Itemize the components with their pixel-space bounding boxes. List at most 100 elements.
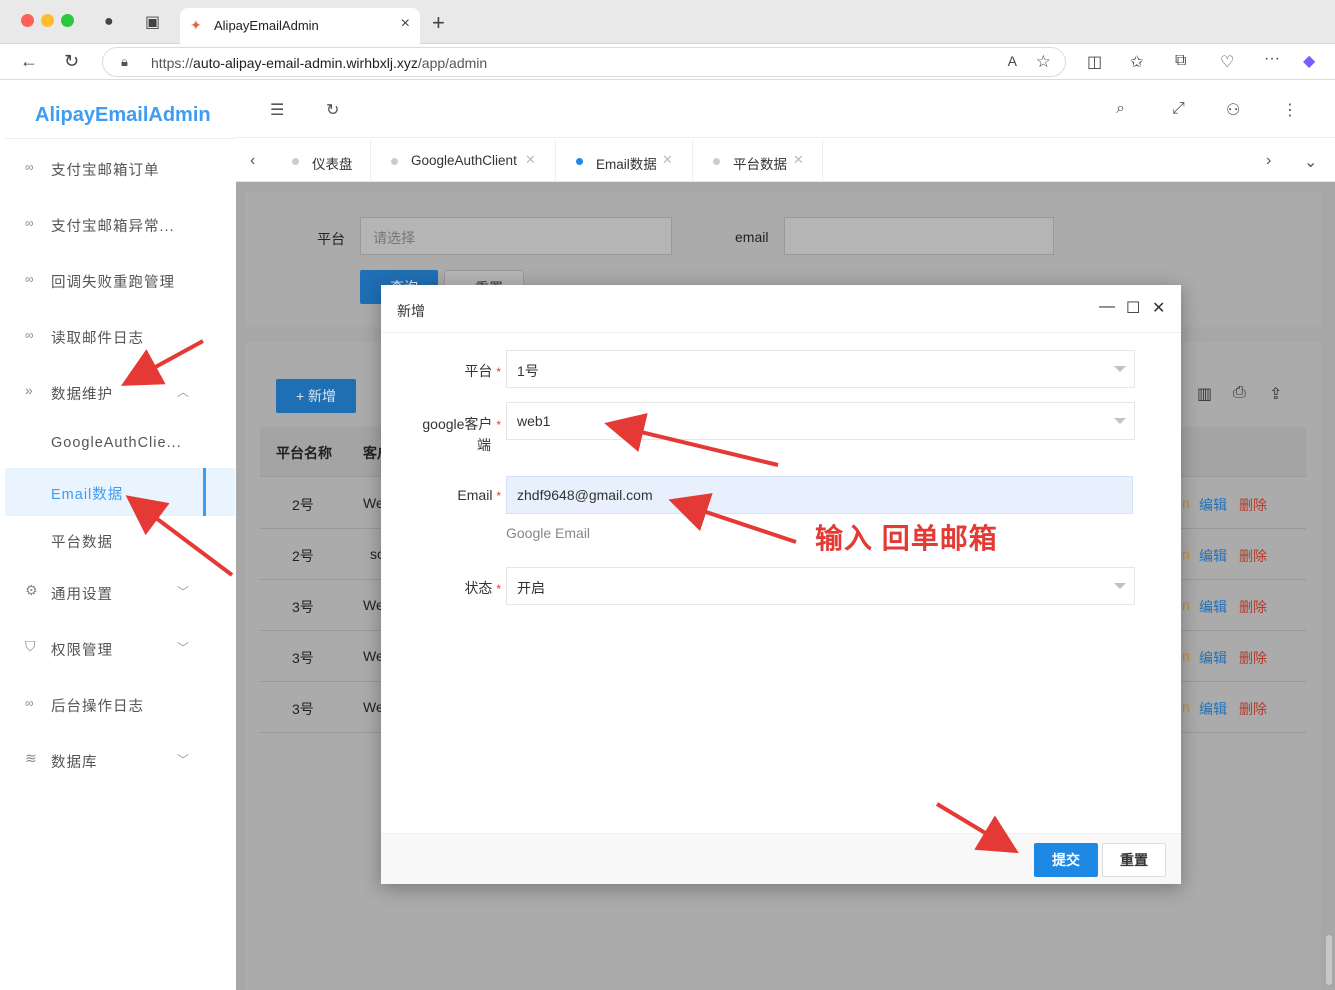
edit-button[interactable]: 编辑 — [1199, 597, 1227, 617]
delete-button[interactable]: 删除 — [1239, 495, 1267, 515]
profile-icon[interactable]: ● — [104, 13, 114, 31]
sidebar-item-googleauthclient[interactable]: GoogleAuthClie... — [5, 424, 235, 464]
search-icon[interactable]: ⌕ — [1116, 100, 1125, 118]
export-icon[interactable]: ⇪ — [1269, 384, 1282, 404]
link-icon: ∞ — [25, 272, 34, 286]
sidebar-item-data-maintenance[interactable]: » 数据维护 ︿ — [5, 372, 235, 412]
collections-icon[interactable]: ⧉ — [1175, 52, 1186, 70]
url-text: https://auto-alipay-email-admin.wirhbxlj… — [151, 55, 488, 71]
reset-button[interactable]: 重置 — [1102, 843, 1166, 877]
sidebar-item-alipay-exceptions[interactable]: ∞ 支付宝邮箱异常... — [5, 204, 235, 244]
chevron-up-icon: ︿ — [177, 385, 190, 399]
close-icon[interactable]: ✕ — [1152, 298, 1165, 318]
tab-dot — [576, 158, 583, 165]
gear-icon: ⚙ — [25, 582, 38, 598]
sidebar-item-platform-data[interactable]: 平台数据 — [5, 520, 235, 560]
tab-dashboard[interactable]: 仪表盘 — [272, 140, 371, 182]
edit-button[interactable]: 编辑 — [1199, 495, 1227, 515]
google-client-select[interactable]: web1 — [506, 402, 1135, 440]
maximize-window-button[interactable] — [61, 14, 74, 27]
edit-button[interactable]: 编辑 — [1199, 648, 1227, 668]
chevron-down-icon: ﹀ — [177, 585, 190, 599]
delete-button[interactable]: 删除 — [1239, 648, 1267, 668]
close-tab-icon[interactable]: ✕ — [525, 152, 536, 168]
chevron-down-icon: ﹀ — [177, 641, 190, 655]
tab-actions-icon[interactable]: ▣ — [145, 12, 160, 32]
status-select[interactable]: 开启 — [506, 567, 1135, 605]
sidebar-item-general-settings[interactable]: ⚙ 通用设置 ﹀ — [5, 572, 235, 612]
tab-email-data[interactable]: Email数据 ✕ — [556, 140, 693, 182]
url-input[interactable]: 🔒︎ https://auto-alipay-email-admin.wirhb… — [102, 47, 1066, 77]
sidebar-item-alipay-orders[interactable]: ∞ 支付宝邮箱订单 — [5, 148, 235, 188]
favorites-icon[interactable]: ✩ — [1130, 52, 1143, 72]
favorite-star-icon[interactable]: ☆ — [1036, 52, 1051, 72]
app-header: ☰ ↻ ⌕ ⤢ ⚇ ⋮ — [236, 82, 1335, 138]
email-hint: Google Email — [506, 525, 591, 541]
edit-button[interactable]: 编辑 — [1199, 546, 1227, 566]
back-arrow-icon[interactable]: ← — [20, 51, 38, 72]
link-icon: ∞ — [25, 216, 34, 230]
tab-googleauthclient[interactable]: GoogleAuthClient ✕ — [371, 140, 556, 182]
sidebar-item-permissions[interactable]: ⛉ 权限管理 ﹀ — [5, 628, 235, 668]
close-tab-icon[interactable]: ✕ — [662, 152, 673, 168]
minimize-window-button[interactable] — [41, 14, 54, 27]
app-logo: AlipayEmailAdmin — [35, 104, 211, 126]
user-icon[interactable]: ⚇ — [1226, 100, 1240, 120]
more-menu-icon[interactable]: ··· — [1264, 50, 1280, 68]
dropdown-caret-icon — [1114, 583, 1126, 589]
close-tab-icon[interactable]: × — [401, 15, 410, 33]
sidebar-item-database[interactable]: ≋ 数据库 ﹀ — [5, 740, 235, 780]
email-input[interactable]: zhdf9648@gmail.com — [506, 476, 1133, 514]
delete-button[interactable]: 删除 — [1239, 699, 1267, 719]
delete-button[interactable]: 删除 — [1239, 597, 1267, 617]
link-icon: ∞ — [25, 160, 34, 174]
sidebar-item-callback-retry[interactable]: ∞ 回调失败重跑管理 — [5, 260, 235, 300]
client-field-label: google客户 * 端 — [422, 416, 501, 453]
read-aloud-icon[interactable]: A — [1008, 53, 1017, 69]
sidebar-item-mail-log[interactable]: ∞ 读取邮件日志 — [5, 316, 235, 356]
filter-email-input[interactable] — [784, 217, 1054, 255]
chevron-down-icon: ﹀ — [177, 753, 190, 767]
page-scrollbar[interactable] — [1326, 935, 1332, 985]
sidebar-item-admin-log[interactable]: ∞ 后台操作日志 — [5, 684, 235, 724]
browser-tab-title: AlipayEmailAdmin — [214, 18, 319, 33]
delete-button[interactable]: 删除 — [1239, 546, 1267, 566]
dialog-title: 新增 — [397, 303, 425, 319]
refresh-icon[interactable]: ↻ — [326, 100, 339, 120]
copilot-icon[interactable]: ◆ — [1303, 51, 1315, 71]
browser-tab-strip: ● ▣ ✦ AlipayEmailAdmin × + — [0, 0, 1335, 44]
filter-platform-select[interactable]: 请选择 — [360, 217, 672, 255]
reload-icon[interactable]: ↻ — [64, 51, 79, 72]
split-screen-icon[interactable]: ◫ — [1087, 52, 1102, 72]
add-dialog: 新增 — ☐ ✕ 平台 * 1号 google客户 * 端 web1 Email … — [381, 285, 1181, 884]
sidebar-item-email-data[interactable]: Email数据 — [5, 468, 235, 516]
column-header: 平台名称 — [276, 445, 332, 461]
more-vertical-icon[interactable]: ⋮ — [1282, 100, 1298, 120]
platform-field-label: 平台 * — [464, 363, 501, 379]
minimize-icon[interactable]: — — [1099, 298, 1115, 316]
tabs-scroll-left-icon[interactable]: ‹ — [250, 152, 255, 170]
submit-button[interactable]: 提交 — [1034, 843, 1098, 877]
divider — [5, 138, 235, 139]
close-window-button[interactable] — [21, 14, 34, 27]
fullscreen-icon[interactable]: ⤢ — [1172, 100, 1185, 118]
columns-icon[interactable]: ▥ — [1197, 384, 1212, 404]
new-tab-button[interactable]: + — [432, 10, 445, 36]
edit-button[interactable]: 编辑 — [1199, 699, 1227, 719]
browser-tab-active[interactable]: ✦ AlipayEmailAdmin × — [180, 8, 420, 44]
tabs-dropdown-icon[interactable]: ⌄ — [1304, 152, 1317, 172]
browser-essentials-icon[interactable]: ♡ — [1220, 52, 1234, 72]
dropdown-caret-icon — [1114, 366, 1126, 372]
double-chevron-icon: » — [25, 382, 33, 398]
menu-toggle-icon[interactable]: ☰ — [270, 100, 284, 120]
close-tab-icon[interactable]: ✕ — [793, 152, 804, 168]
layers-icon: ≋ — [25, 750, 37, 766]
print-icon[interactable]: ⎙ — [1233, 384, 1246, 402]
maximize-icon[interactable]: ☐ — [1126, 298, 1140, 318]
tab-platform-data[interactable]: 平台数据 ✕ — [693, 140, 823, 182]
page-tabs-bar: ‹ 仪表盘 GoogleAuthClient ✕ Email数据 ✕ 平台数据 … — [236, 140, 1335, 182]
tabs-scroll-right-icon[interactable]: › — [1266, 152, 1271, 170]
add-button[interactable]: + 新增 — [276, 379, 356, 413]
dialog-header: 新增 — ☐ ✕ — [381, 285, 1181, 333]
platform-select[interactable]: 1号 — [506, 350, 1135, 388]
